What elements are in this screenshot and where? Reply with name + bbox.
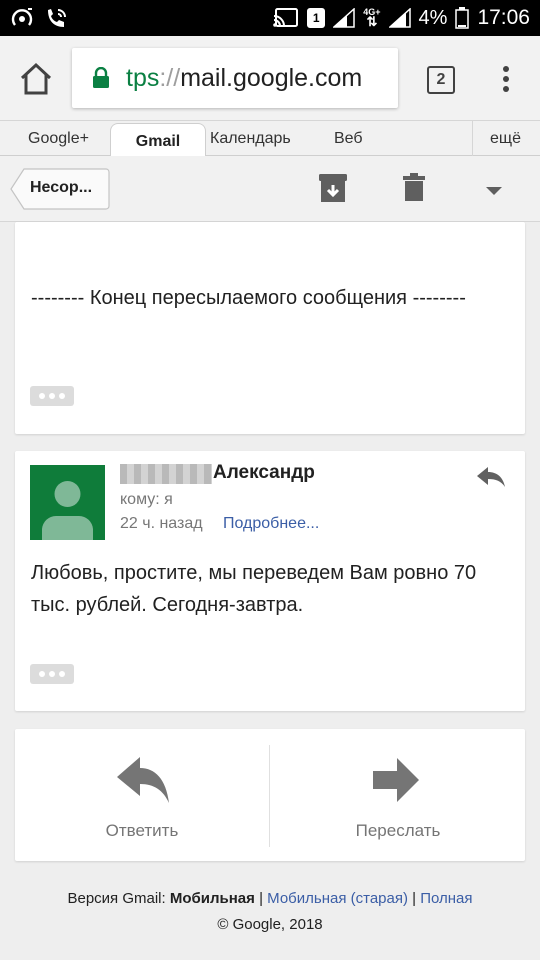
nav-web[interactable]: Веб <box>334 130 363 148</box>
footer: Версия Gmail: Мобильная | Мобильная (ста… <box>0 890 540 933</box>
reply-button-small[interactable] <box>475 465 507 494</box>
home-button[interactable] <box>16 60 56 98</box>
nav-google-plus[interactable]: Google+ <box>28 130 89 148</box>
recipient-line: кому: я <box>120 491 173 508</box>
message-body: Любовь, простите, мы переведем Вам ровно… <box>31 562 477 616</box>
sender-name: Александр <box>213 462 315 483</box>
reply-button[interactable]: Ответить <box>15 729 269 861</box>
signal-icon-2 <box>388 8 411 28</box>
cast-icon <box>273 8 299 27</box>
hotspot-icon <box>11 8 33 26</box>
details-link[interactable]: Подробнее... <box>223 515 319 533</box>
version-line: Версия Gmail: Мобильная | Мобильная (ста… <box>0 890 540 907</box>
lock-icon <box>93 67 109 88</box>
url-host: mail.google.com <box>180 63 363 92</box>
menu-dot-icon <box>503 86 509 92</box>
menu-dot-icon <box>503 76 509 82</box>
back-button-label: Несор... <box>30 179 93 196</box>
dot-icon <box>59 393 65 399</box>
delete-button[interactable] <box>402 172 426 209</box>
caret-down-icon <box>486 187 502 195</box>
nav-more[interactable]: ещё <box>490 130 521 148</box>
tab-switcher-button[interactable]: 2 <box>427 66 455 94</box>
dot-icon <box>39 393 45 399</box>
footer-sep: | <box>259 890 263 907</box>
menu-dot-icon <box>503 66 509 72</box>
forward-label: Переслать <box>355 821 441 840</box>
forward-end-text: -------- Конец пересылаемого сообщения -… <box>31 287 466 309</box>
home-icon <box>20 62 52 95</box>
status-bar: 1 4G+ ⇅ 4% 17:06 <box>0 0 540 36</box>
reply-label: Ответить <box>105 821 179 840</box>
gmail-toolbar: Несор... <box>0 156 540 222</box>
version-mobile-old-link[interactable]: Мобильная (старая) <box>267 890 408 907</box>
url-scheme: tps <box>126 63 160 92</box>
forward-icon <box>373 758 419 802</box>
sender-avatar[interactable] <box>30 465 105 540</box>
version-label: Версия Gmail: <box>67 890 166 907</box>
network-type: 4G+ ⇅ <box>363 7 381 29</box>
wifi-call-icon <box>48 9 66 27</box>
version-mobile-current: Мобильная <box>169 890 255 907</box>
actions-divider <box>269 745 270 847</box>
nav-gmail[interactable]: Gmail <box>110 123 206 159</box>
dot-icon <box>49 393 55 399</box>
browser-toolbar: tps://mail.google.com 2 <box>0 36 540 120</box>
overflow-menu-button[interactable] <box>496 64 516 94</box>
show-trimmed-button-2[interactable] <box>30 664 74 684</box>
nav-divider <box>472 121 473 157</box>
person-icon <box>42 481 93 540</box>
battery-icon <box>455 7 470 29</box>
footer-sep-2: | <box>412 890 417 907</box>
sim-badge: 1 <box>307 8 326 28</box>
message-card: Александр кому: я 22 ч. назад Подробнее.… <box>15 451 525 711</box>
quoted-message-card: -------- Конец пересылаемого сообщения -… <box>15 222 525 434</box>
forward-button[interactable]: Переслать <box>271 729 525 861</box>
dot-icon <box>59 671 65 677</box>
archive-button[interactable] <box>318 172 348 209</box>
google-nav-bar: Google+ Gmail Календарь Веб ещё <box>0 120 540 159</box>
version-full-link[interactable]: Полная <box>420 890 472 907</box>
url-separator: :// <box>159 63 181 92</box>
reply-icon <box>477 467 505 487</box>
clock: 17:06 <box>477 6 530 29</box>
sender-name-blurred <box>120 464 212 484</box>
url-bar[interactable]: tps://mail.google.com <box>72 48 398 108</box>
reply-large-icon <box>117 757 169 803</box>
message-time: 22 ч. назад <box>120 515 203 532</box>
copyright: © Google, 2018 <box>217 916 323 933</box>
more-actions-dropdown[interactable] <box>484 184 504 202</box>
signal-icon <box>333 8 356 28</box>
dot-icon <box>39 671 45 677</box>
archive-icon <box>319 174 347 202</box>
message-actions-card: Ответить Переслать <box>15 729 525 861</box>
battery-percent: 4% <box>418 6 448 29</box>
dot-icon <box>49 671 55 677</box>
back-to-folder-button[interactable]: Несор... <box>10 168 110 210</box>
show-trimmed-button[interactable] <box>30 386 74 406</box>
nav-calendar[interactable]: Календарь <box>210 130 291 148</box>
trash-icon <box>403 173 425 201</box>
